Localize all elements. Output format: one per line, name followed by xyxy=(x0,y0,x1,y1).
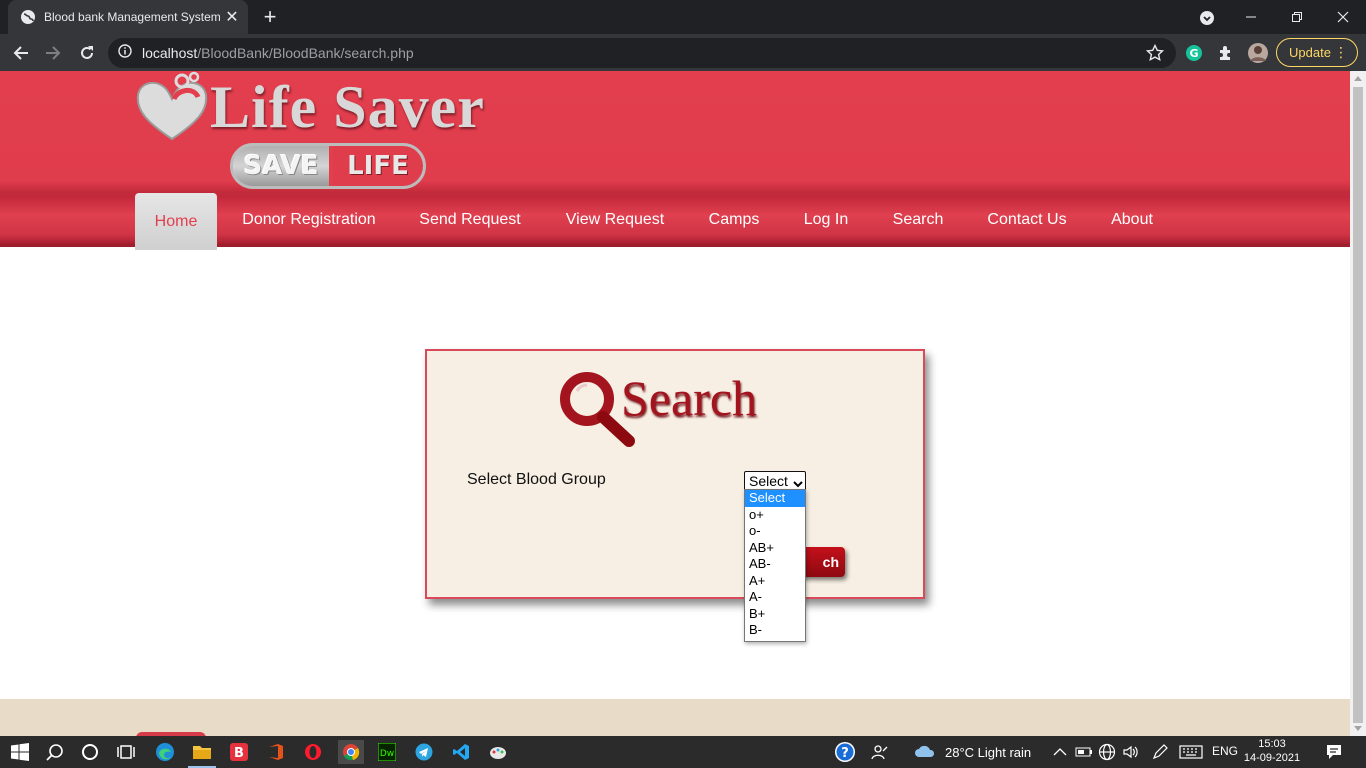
page-scrollbar[interactable] xyxy=(1350,71,1366,736)
search-panel: Search Select Blood Group Select ch xyxy=(425,349,925,599)
bookmark-star-icon[interactable] xyxy=(1145,43,1165,67)
option-select[interactable]: Select xyxy=(745,490,805,507)
tab-close-icon[interactable]: ✕ xyxy=(222,7,242,27)
clock-time: 15:03 xyxy=(1258,738,1286,750)
nav-send-request[interactable]: Send Request xyxy=(412,196,528,244)
svg-text:?: ? xyxy=(841,746,849,761)
reload-button[interactable] xyxy=(74,40,100,66)
select-value: Select xyxy=(749,473,788,489)
svg-text:Dw: Dw xyxy=(380,749,394,759)
notifications-icon[interactable] xyxy=(1322,740,1346,764)
paint-icon[interactable] xyxy=(486,740,510,764)
site-footer xyxy=(0,699,1350,736)
option-a-positive[interactable]: A+ xyxy=(745,573,805,590)
network-globe-icon[interactable] xyxy=(1095,740,1119,764)
nav-view-request[interactable]: View Request xyxy=(558,196,672,244)
browser-tab[interactable]: Blood bank Management System ✕ xyxy=(8,0,248,34)
minimize-button[interactable] xyxy=(1228,0,1274,34)
url-text: localhost/BloodBank/BloodBank/search.php xyxy=(142,45,414,61)
info-icon[interactable] xyxy=(118,43,132,63)
web-page: Life Saver SAVE LIFE Home Donor Registra… xyxy=(0,71,1350,736)
browser-toolbar: localhost/BloodBank/BloodBank/search.php… xyxy=(0,34,1366,71)
nav-log-in[interactable]: Log In xyxy=(796,196,856,244)
system-clock[interactable]: 15:03 14-09-2021 xyxy=(1240,737,1304,765)
tray-chevron-up-icon[interactable] xyxy=(1048,740,1072,764)
more-menu-icon: ⋮ xyxy=(1334,44,1348,60)
nav-home[interactable]: Home xyxy=(135,193,217,250)
save-life-badge: SAVE LIFE xyxy=(230,143,426,189)
new-tab-button[interactable]: + xyxy=(256,4,284,30)
search-icon[interactable] xyxy=(43,740,67,764)
close-window-button[interactable] xyxy=(1320,0,1366,34)
main-nav: Home Donor Registration Send Request Vie… xyxy=(0,193,1350,250)
scrollbar-thumb[interactable] xyxy=(1353,87,1363,723)
pen-icon[interactable] xyxy=(1148,740,1172,764)
nav-camps[interactable]: Camps xyxy=(702,196,766,244)
input-language[interactable]: ENG xyxy=(1212,744,1238,758)
option-a-negative[interactable]: A- xyxy=(745,589,805,606)
forward-button[interactable] xyxy=(40,40,66,66)
restore-button[interactable] xyxy=(1274,0,1320,34)
office-icon[interactable] xyxy=(264,740,288,764)
chrome-update-button[interactable]: Update ⋮ xyxy=(1276,38,1358,67)
nav-about[interactable]: About xyxy=(1104,196,1160,244)
option-o-positive[interactable]: o+ xyxy=(745,507,805,524)
nav-search[interactable]: Search xyxy=(886,196,950,244)
windows-start-icon[interactable] xyxy=(8,740,32,764)
profile-avatar[interactable] xyxy=(1247,42,1269,64)
site-header: Life Saver SAVE LIFE xyxy=(0,71,1350,193)
url-host: localhost xyxy=(142,45,198,61)
weather-text[interactable]: 28°C Light rain xyxy=(945,745,1031,760)
url-path: /BloodBank/BloodBank/search.php xyxy=(197,45,414,61)
help-icon[interactable]: ? xyxy=(833,740,857,764)
scroll-up-icon[interactable] xyxy=(1354,76,1362,81)
weather-cloud-icon xyxy=(913,740,937,764)
badge-save-text: SAVE xyxy=(233,146,329,186)
option-b-negative[interactable]: B- xyxy=(745,622,805,639)
blood-group-dropdown-list: Select o+ o- AB+ AB- A+ A- B+ B- xyxy=(744,489,806,642)
logo-title: Life Saver xyxy=(210,74,485,140)
svg-text:G: G xyxy=(1189,47,1198,60)
nav-donor-registration[interactable]: Donor Registration xyxy=(236,196,382,244)
edge-icon[interactable] xyxy=(153,740,177,764)
grammarly-extension-icon[interactable]: G xyxy=(1183,42,1205,64)
chrome-taskbar-icon[interactable] xyxy=(338,740,364,764)
browser-tab-strip: Blood bank Management System ✕ + xyxy=(0,0,1366,34)
blood-group-select[interactable]: Select xyxy=(744,471,806,491)
update-label: Update xyxy=(1289,45,1331,60)
telegram-icon[interactable] xyxy=(412,740,436,764)
people-icon[interactable] xyxy=(868,740,892,764)
blood-group-label: Select Blood Group xyxy=(467,471,606,488)
option-b-positive[interactable]: B+ xyxy=(745,606,805,623)
option-o-negative[interactable]: o- xyxy=(745,523,805,540)
nav-contact-us[interactable]: Contact Us xyxy=(980,196,1074,244)
volume-icon[interactable] xyxy=(1119,740,1143,764)
dreamweaver-icon[interactable]: Dw xyxy=(375,740,399,764)
scroll-down-icon[interactable] xyxy=(1354,726,1362,731)
address-bar[interactable]: localhost/BloodBank/BloodBank/search.php xyxy=(108,38,1176,68)
battery-icon[interactable] xyxy=(1072,740,1096,764)
option-ab-negative[interactable]: AB- xyxy=(745,556,805,573)
option-ab-positive[interactable]: AB+ xyxy=(745,540,805,557)
opera-icon[interactable] xyxy=(301,740,325,764)
task-view-icon[interactable] xyxy=(114,740,138,764)
search-heading: Search xyxy=(621,370,758,426)
globe-icon xyxy=(20,9,36,25)
extensions-puzzle-icon[interactable] xyxy=(1215,42,1237,64)
vscode-icon[interactable] xyxy=(449,740,473,764)
file-explorer-icon[interactable] xyxy=(188,740,216,768)
tab-search-icon[interactable] xyxy=(1196,7,1218,29)
cortana-icon[interactable] xyxy=(78,740,102,764)
windows-taskbar: B Dw ? 28°C Light rain ENG 15:03 14-09-2… xyxy=(0,736,1366,768)
heart-logo-icon xyxy=(134,71,214,148)
svg-text:B: B xyxy=(234,746,244,761)
tab-title: Blood bank Management System xyxy=(44,10,221,24)
app-b-icon[interactable]: B xyxy=(227,740,251,764)
clock-date: 14-09-2021 xyxy=(1243,752,1301,764)
badge-life-text: LIFE xyxy=(333,146,423,186)
keyboard-icon[interactable] xyxy=(1178,740,1204,764)
back-button[interactable] xyxy=(8,40,34,66)
